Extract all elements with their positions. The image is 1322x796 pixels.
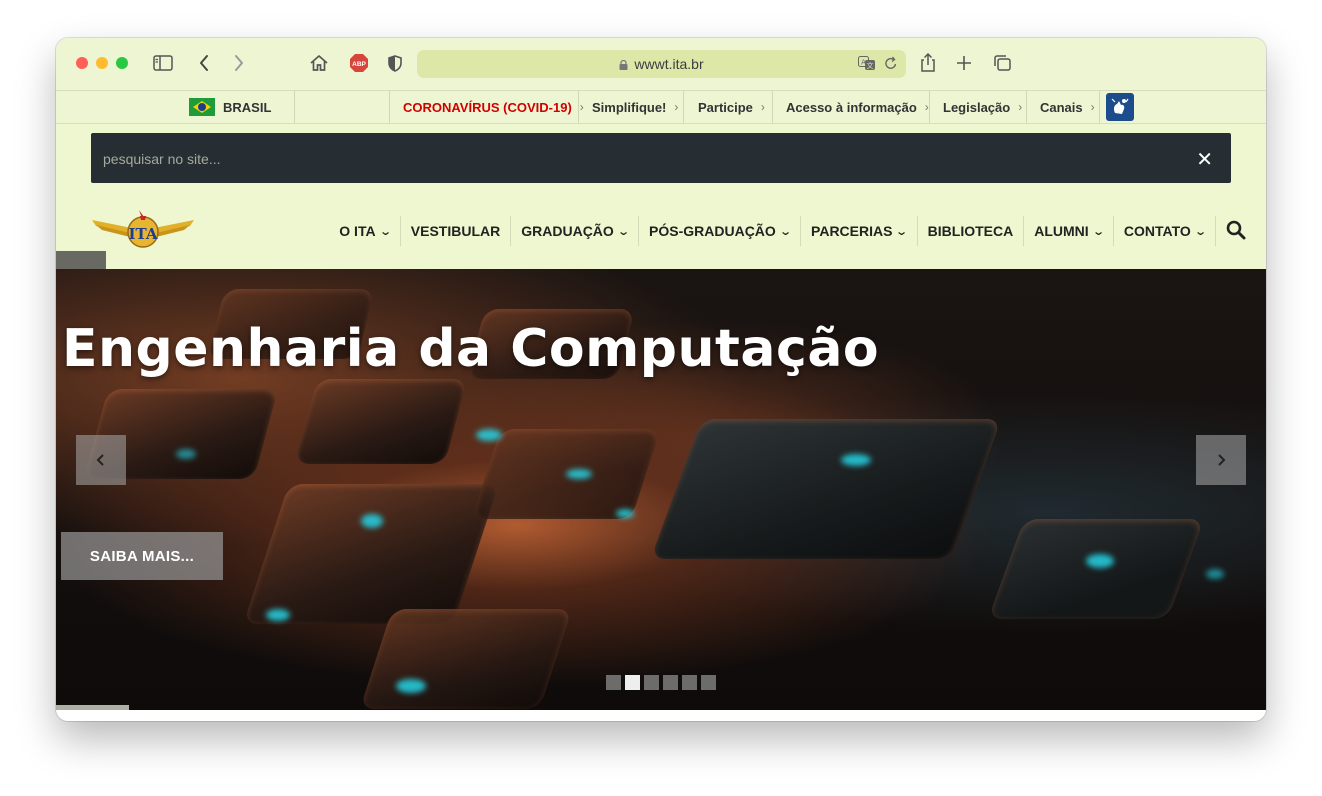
nav-label: PÓS-GRADUAÇÃO [649, 223, 776, 239]
carousel-indicator[interactable] [663, 675, 678, 690]
nav-label: CONTATO [1123, 223, 1191, 239]
brazil-flag-icon [189, 98, 215, 116]
gov-link-label: Legislação [943, 99, 1011, 115]
gov-bar: BRASIL CORONAVÍRUS (COVID-19) › Simplifiq… [56, 91, 1266, 124]
search-input[interactable] [101, 133, 1165, 185]
home-icon[interactable] [308, 52, 330, 74]
accessibility-libras-button[interactable] [1106, 91, 1134, 123]
browser-window: ABP wwwt.ita.br A文 BRASIL CORONAVÍRUS (C… [56, 38, 1266, 721]
sidebar-icon[interactable] [152, 52, 174, 74]
sign-language-icon [1106, 93, 1134, 121]
chevron-down-icon: ⌄ [895, 225, 909, 238]
shield-icon[interactable] [386, 52, 404, 74]
gov-link-participe[interactable]: Participe › [698, 91, 765, 123]
chevron-left-icon [96, 454, 104, 466]
gov-link-label: Acesso à informação [786, 99, 917, 115]
search-area: ✕ [56, 124, 1266, 194]
chevron-right-icon: › [1018, 100, 1023, 114]
gov-link-covid[interactable]: CORONAVÍRUS (COVID-19) › [403, 91, 584, 123]
search-icon[interactable] [1226, 220, 1246, 243]
gov-link-legislacao[interactable]: Legislação › [943, 91, 1022, 123]
gov-brasil-link[interactable]: BRASIL [189, 91, 271, 123]
saiba-mais-button[interactable]: SAIBA MAIS... [61, 532, 223, 580]
carousel-indicator[interactable] [701, 675, 716, 690]
carousel-prev-button[interactable] [76, 435, 126, 485]
translate-icon[interactable]: A文 [858, 56, 876, 76]
nav-label: VESTIBULAR [410, 223, 501, 239]
carousel-indicator[interactable] [644, 675, 659, 690]
gov-link-simplifique[interactable]: Simplifique! › [592, 91, 678, 123]
svg-text:文: 文 [867, 61, 874, 70]
main-navbar: ITA O ITA ⌄ VESTIBULAR GRADUAÇÃO ⌄ PÓS-GRA… [56, 194, 1266, 269]
chevron-right-icon [1218, 454, 1226, 466]
url-text: wwwt.ita.br [634, 56, 704, 72]
reload-icon[interactable] [884, 56, 898, 76]
browser-toolbar: ABP wwwt.ita.br A文 [56, 38, 1266, 91]
minimize-window-button[interactable] [96, 57, 108, 69]
address-bar[interactable]: wwwt.ita.br A文 [417, 50, 906, 78]
carousel-indicator-active[interactable] [625, 675, 640, 690]
back-icon[interactable] [196, 52, 212, 74]
lock-icon [619, 60, 628, 70]
gov-link-acesso-informacao[interactable]: Acesso à informação › [786, 91, 929, 123]
gov-link-label: Canais [1040, 99, 1083, 115]
gov-link-label: Simplifique! [592, 99, 667, 115]
nav-contato[interactable]: CONTATO ⌄ [1114, 216, 1216, 246]
forward-icon[interactable] [231, 52, 247, 74]
chevron-down-icon: ⌄ [778, 225, 792, 238]
nav-alumni[interactable]: ALUMNI ⌄ [1024, 216, 1114, 246]
chevron-down-icon: ⌄ [1091, 225, 1105, 238]
nav-vestibular[interactable]: VESTIBULAR [401, 216, 512, 246]
nav-label: PARCERIAS [811, 223, 893, 239]
carousel-indicator[interactable] [682, 675, 697, 690]
gov-link-label: Participe [698, 99, 753, 115]
new-tab-icon[interactable] [954, 52, 974, 74]
zoom-window-button[interactable] [116, 57, 128, 69]
main-nav: O ITA ⌄ VESTIBULAR GRADUAÇÃO ⌄ PÓS-GRADUAÇ… [329, 216, 1246, 246]
share-icon[interactable] [918, 52, 938, 74]
nav-graduacao[interactable]: GRADUAÇÃO ⌄ [511, 216, 640, 246]
carousel-next-button[interactable] [1196, 435, 1246, 485]
nav-biblioteca[interactable]: BIBLIOTECA [918, 216, 1025, 246]
close-window-button[interactable] [76, 57, 88, 69]
nav-label: GRADUAÇÃO [521, 223, 614, 239]
chevron-right-icon: › [674, 100, 679, 114]
svg-text:ABP: ABP [352, 61, 366, 68]
nav-parcerias[interactable]: PARCERIAS ⌄ [801, 216, 918, 246]
page-bottom-strip [56, 710, 1266, 721]
svg-text:ITA: ITA [129, 225, 158, 243]
nav-label: ALUMNI [1034, 223, 1089, 239]
gov-country-label: BRASIL [223, 99, 272, 115]
chevron-down-icon: ⌄ [1193, 225, 1207, 238]
gov-link-label: CORONAVÍRUS (COVID-19) [403, 99, 572, 115]
carousel-indicators [606, 675, 716, 690]
ita-logo[interactable]: ITA [90, 208, 196, 255]
nav-label: O ITA [339, 223, 376, 239]
nav-pos-graduacao[interactable]: PÓS-GRADUAÇÃO ⌄ [639, 216, 802, 246]
chevron-right-icon: › [760, 100, 765, 114]
nav-o-ita[interactable]: O ITA ⌄ [329, 216, 401, 246]
hero-carousel: Engenharia da Computação SAIBA MAIS... [56, 269, 1266, 710]
search-box: ✕ [91, 133, 1231, 185]
chevron-down-icon: ⌄ [616, 225, 630, 238]
nav-label: BIBLIOTECA [927, 223, 1014, 239]
chevron-right-icon: › [1090, 100, 1095, 114]
carousel-indicator[interactable] [606, 675, 621, 690]
chevron-down-icon: ⌄ [378, 225, 392, 238]
gov-link-canais[interactable]: Canais › [1040, 91, 1095, 123]
close-icon[interactable]: ✕ [1196, 147, 1213, 172]
hero-title: Engenharia da Computação [62, 319, 880, 379]
adblock-icon[interactable]: ABP [348, 52, 370, 74]
chevron-right-icon: › [579, 100, 584, 114]
tab-overview-icon[interactable] [991, 52, 1013, 74]
